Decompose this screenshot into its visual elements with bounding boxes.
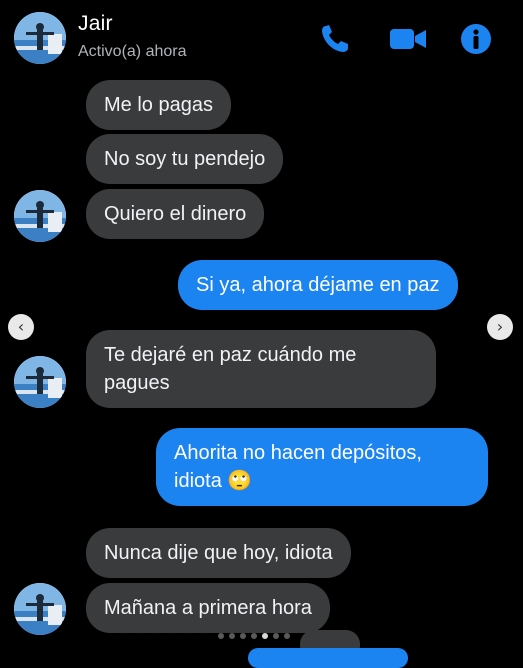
carousel-dot[interactable] (240, 633, 246, 639)
chat-header: Jair Activo(a) ahora (0, 0, 523, 74)
carousel-dots (218, 631, 308, 641)
incoming-message[interactable]: Me lo pagas (86, 80, 231, 130)
carousel-dot[interactable] (273, 633, 279, 639)
message-text: idiota (174, 470, 222, 492)
outgoing-message[interactable]: Ahorita no hacen depósitos, idiota 🙄 (156, 428, 488, 506)
cut-off-message (248, 648, 408, 668)
carousel-prev-button[interactable]: ‹ (8, 314, 34, 340)
video-camera-icon[interactable] (388, 22, 426, 56)
carousel-dot[interactable] (229, 633, 235, 639)
carousel-dot[interactable] (218, 633, 224, 639)
incoming-message[interactable]: Quiero el dinero (86, 189, 265, 239)
carousel-dot[interactable] (262, 633, 268, 639)
carousel-dot[interactable] (251, 633, 257, 639)
contact-avatar[interactable] (14, 190, 66, 242)
phone-icon[interactable] (318, 22, 354, 56)
contact-avatar[interactable] (14, 583, 66, 635)
info-icon[interactable] (458, 22, 494, 56)
carousel-dot[interactable] (284, 633, 290, 639)
incoming-message[interactable]: Te dejaré en paz cuándo me pagues (86, 330, 436, 408)
message-line: pagues (104, 372, 170, 394)
contact-avatar[interactable] (14, 12, 66, 64)
message-line: Te dejaré en paz cuándo me (104, 344, 357, 366)
eye-roll-emoji-icon: 🙄 (227, 470, 253, 492)
active-status: Activo(a) ahora (78, 43, 187, 60)
incoming-message[interactable]: Nunca dije que hoy, idiota (86, 528, 351, 578)
incoming-message[interactable]: No soy tu pendejo (86, 134, 284, 184)
contact-name[interactable]: Jair (78, 12, 113, 36)
incoming-message[interactable]: Mañana a primera hora (86, 583, 330, 633)
message-line: Ahorita no hacen depósitos, (174, 442, 422, 464)
outgoing-message[interactable]: Si ya, ahora déjame en paz (178, 260, 458, 310)
contact-avatar[interactable] (14, 356, 66, 408)
message-line: idiota 🙄 (174, 467, 470, 495)
carousel-next-button[interactable]: › (487, 314, 513, 340)
